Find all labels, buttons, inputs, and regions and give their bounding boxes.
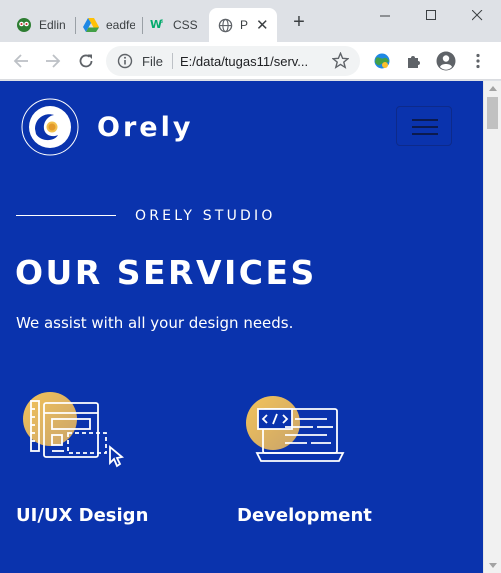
forward-arrow-icon (46, 54, 61, 68)
minimize-icon (379, 15, 390, 16)
wireframe-design-icon (16, 389, 126, 479)
tab-title: Edlin (39, 18, 66, 32)
maximize-button[interactable] (408, 4, 454, 26)
tab-title: CSS (173, 18, 198, 32)
tab-css[interactable]: W3 CSS (150, 8, 202, 42)
tab-active[interactable]: P ✕ (209, 8, 277, 42)
info-icon[interactable] (117, 53, 133, 72)
new-tab-button[interactable]: + (289, 12, 309, 33)
reload-icon (79, 54, 93, 68)
tab-separator (75, 17, 76, 34)
bookmark-star-icon[interactable] (331, 51, 350, 72)
close-tab-icon[interactable]: ✕ (256, 16, 269, 34)
page-title: OUR SERVICES (15, 253, 317, 292)
orely-logo-icon[interactable] (21, 98, 79, 156)
profile-avatar-icon[interactable] (436, 51, 456, 71)
scheme-divider (172, 53, 173, 69)
tab-eadfe[interactable]: eadfe (83, 8, 135, 42)
browser-toolbar: File E:/data/tugas11/serv... (0, 42, 501, 80)
owl-icon (16, 17, 32, 33)
tab-edlin[interactable]: Edlin (16, 8, 72, 42)
page-viewport: Orely ORELY STUDIO OUR SERVICES We assis… (0, 81, 483, 573)
kicker-divider (16, 215, 116, 216)
tab-title: eadfe (106, 18, 135, 32)
w3schools-icon: W3 (150, 17, 166, 33)
hamburger-line (412, 126, 438, 128)
service-label: Development (237, 505, 372, 526)
laptop-code-icon (237, 389, 347, 479)
address-bar[interactable]: File E:/data/tugas11/serv... (106, 46, 360, 76)
reload-button[interactable] (76, 51, 96, 71)
drive-icon (83, 17, 99, 33)
close-window-button[interactable] (454, 4, 500, 26)
back-arrow-icon (13, 54, 28, 68)
menu-kebab-icon[interactable] (468, 51, 488, 71)
tab-separator (142, 17, 143, 34)
minimize-button[interactable] (362, 4, 408, 26)
close-icon (471, 9, 482, 20)
url-text[interactable]: E:/data/tugas11/serv... (180, 54, 320, 69)
scroll-down-icon[interactable] (489, 563, 497, 568)
page-scrollbar[interactable] (483, 81, 501, 573)
forward-button[interactable] (43, 51, 63, 71)
svg-text:3: 3 (160, 19, 163, 25)
maximize-icon (425, 9, 436, 20)
url-scheme: File (142, 54, 163, 69)
tab-strip: Edlin eadfe W3 CSS P ✕ + (0, 0, 501, 42)
extension-globe-icon[interactable] (372, 51, 392, 71)
hamburger-icon (412, 119, 438, 121)
scroll-up-icon[interactable] (489, 86, 497, 91)
brand-name[interactable]: Orely (97, 112, 193, 143)
page-subtitle: We assist with all your design needs. (16, 314, 294, 332)
tab-title: P (240, 18, 249, 32)
service-label: UI/UX Design (16, 505, 149, 526)
back-button[interactable] (11, 51, 31, 71)
globe-icon (217, 17, 233, 33)
nav-toggle-button[interactable] (396, 106, 452, 146)
scrollbar-thumb[interactable] (487, 97, 498, 129)
extensions-puzzle-icon[interactable] (404, 51, 424, 71)
hamburger-line (412, 133, 438, 135)
section-kicker: ORELY STUDIO (135, 208, 276, 224)
